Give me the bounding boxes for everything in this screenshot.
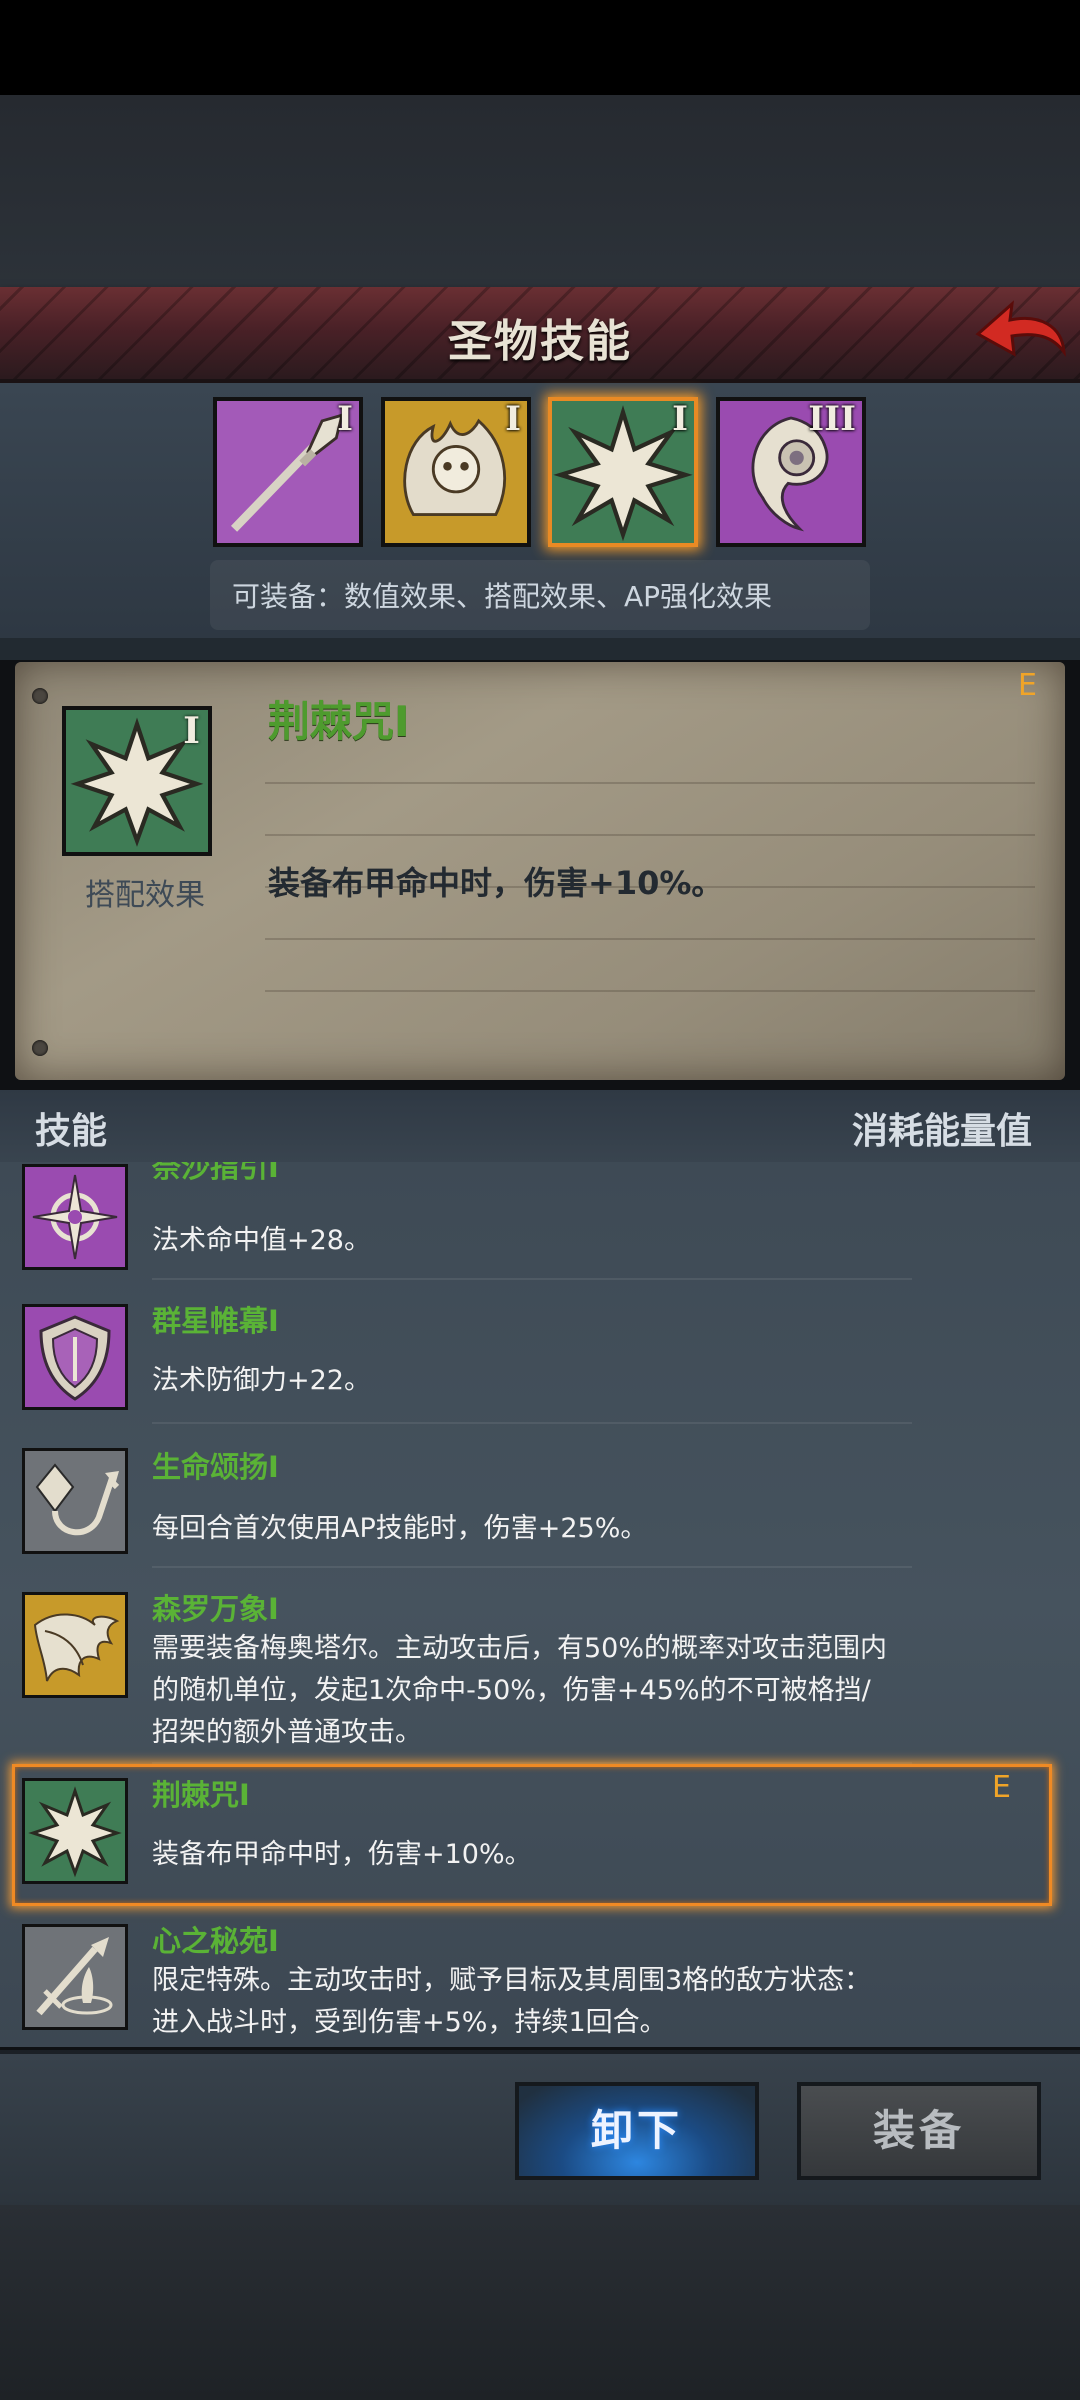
page-title: 圣物技能 (448, 316, 632, 367)
relic-slot-3[interactable]: I (548, 397, 698, 547)
detail-grade: E (1018, 668, 1037, 703)
detail-skill-name: 荆棘咒I (268, 697, 410, 746)
crystal-hook-icon (22, 1448, 128, 1554)
divider (0, 638, 1080, 660)
dragon-wing-icon (22, 1592, 128, 1698)
shield-icon (22, 1304, 128, 1410)
rivet-icon (32, 1040, 48, 1056)
compass-star-icon (22, 1164, 128, 1270)
sword-fountain-icon (22, 1924, 128, 2030)
detail-skill-description: 装备布甲命中时，伤害+10%。 (268, 864, 724, 902)
column-cost: 消耗能量值 (851, 1111, 1032, 1152)
status-bar-area (0, 0, 1080, 95)
relic-slot-2[interactable]: I (381, 397, 531, 547)
column-skill: 技能 (35, 1111, 108, 1152)
equip-button[interactable]: 装备 (797, 2082, 1041, 2180)
detail-skill-type: 搭配效果 (85, 878, 205, 913)
relic-slot-4[interactable]: III (716, 397, 866, 547)
rivet-icon (32, 688, 48, 704)
selected-skill-highlight (12, 1764, 1052, 1906)
back-arrow-icon[interactable] (970, 296, 1070, 366)
skill-list[interactable]: 奈沙指引I 法术命中值+28。 群星帷幕I 法术防御力+22。 生命颂扬I 每回… (0, 1162, 1080, 2047)
relic-slot-1[interactable]: I (213, 397, 363, 547)
equip-note-text: 可装备：数值效果、搭配效果、AP强化效果 (232, 580, 773, 613)
top-background (0, 95, 1080, 287)
title-bar: 圣物技能 (0, 287, 1080, 383)
unequip-button[interactable]: 卸下 (515, 2082, 759, 2180)
bottom-background (0, 2205, 1080, 2400)
detail-skill-icon: I (62, 706, 212, 856)
